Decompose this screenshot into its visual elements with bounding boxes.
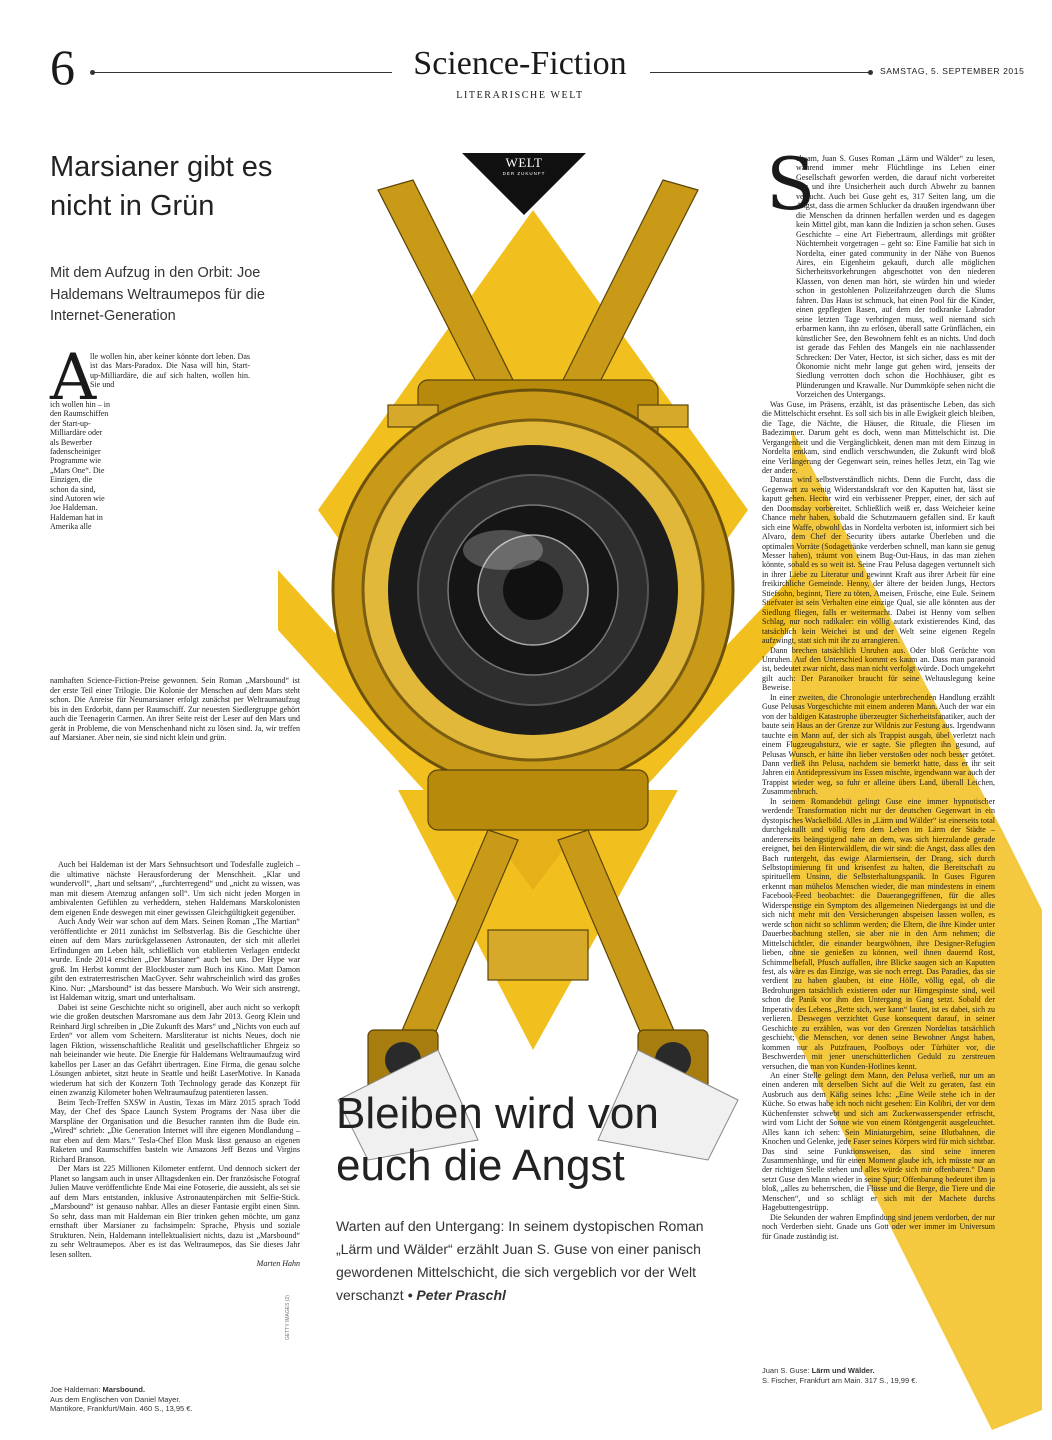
main-book-info: Juan S. Guse: Lärm und Wälder. S. Fische… <box>762 1366 995 1385</box>
page-number: 6 <box>50 39 75 95</box>
left-paragraph: Dabei ist seine Geschichte nicht so orig… <box>50 1002 300 1098</box>
supplement-title: LITERARISCHE WELT <box>456 90 584 101</box>
issue-date: SAMSTAG, 5. SEPTEMBER 2015 <box>880 66 1025 76</box>
header-dot-right <box>868 70 873 75</box>
teaser-author: • Peter Praschl <box>407 1287 506 1303</box>
left-author: Marten Hahn <box>256 1259 300 1268</box>
main-paragraph: Dann brechen tatsächlich Unruhen aus. Od… <box>762 645 995 693</box>
left-body: Auch bei Haldeman ist der Mars Sehnsucht… <box>50 860 300 1269</box>
section-title: Science-Fiction <box>413 45 627 82</box>
left-book-translator: Aus dem Englischen von Daniel Mayer. <box>50 1394 181 1404</box>
main-teaser: Warten auf den Untergang: In seinem dyst… <box>336 1215 716 1307</box>
main-paragraph: In seinem Romandebüt gelingt Guse eine i… <box>762 796 995 1071</box>
teaser-text: Warten auf den Untergang: In seinem dyst… <box>336 1218 704 1303</box>
left-subheadline: Mit dem Aufzug in den Orbit: Joe Haldema… <box>50 265 265 324</box>
main-book-author: Juan S. Guse: <box>762 1366 810 1375</box>
main-paragraph: In einer zweiten, die Chronologie unterb… <box>762 692 995 797</box>
left-paragraph: Auch bei Haldeman ist der Mars Sehnsucht… <box>50 860 300 917</box>
left-paragraph: Der Mars ist 225 Millionen Kilometer ent… <box>50 1164 300 1259</box>
left-body-middle: namhaften Science-Fiction-Preise gewonne… <box>50 676 300 742</box>
illustration <box>278 179 798 1161</box>
main-book-publisher: S. Fischer, Frankfurt am Main. 317 S., 1… <box>762 1375 918 1385</box>
main-paragraph: Die Sekunden der wahren Empfindung sind … <box>762 1212 995 1241</box>
left-book-author: Joe Haldeman: <box>50 1385 101 1394</box>
main-paragraph: An einer Stelle gelingt dem Mann, den Pe… <box>762 1070 995 1213</box>
left-paragraph: Auch Andy Weir war schon auf dem Mars. S… <box>50 917 300 1002</box>
header-dot-left <box>90 70 95 75</box>
left-body-intro: lle wollen hin, aber keiner könnte dort … <box>90 352 250 390</box>
main-paragraph: eltsam, Juan S. Guses Roman „Lärm und Wä… <box>796 154 995 400</box>
left-body-intro-continued: ich wollen hin – in den Raumschiffen der… <box>50 400 110 532</box>
left-paragraph: Beim Tech-Treffen SXSW in Austin, Texas … <box>50 1097 300 1164</box>
main-headline: Bleiben wird von euch die Angst <box>336 1089 659 1190</box>
main-paragraph: Daraus wird selbstverständlich nichts. D… <box>762 475 995 646</box>
main-paragraph: Was Guse, im Präsens, erzählt, ist das p… <box>762 399 995 475</box>
main-book-title: Lärm und Wälder. <box>811 1366 875 1375</box>
left-headline: Marsianer gibt es nicht in Grün <box>50 151 273 222</box>
logo-subtext: DER ZUKUNFT <box>502 171 546 176</box>
left-book-publisher: Mantikore, Frankfurt/Main. 460 S., 13,95… <box>50 1404 193 1413</box>
main-body: eltsam, Juan S. Guses Roman „Lärm und Wä… <box>762 154 995 1241</box>
left-book-info: Joe Haldeman: Marsbound. Aus dem Englisc… <box>50 1385 300 1414</box>
left-book-title: Marsbound. <box>102 1385 146 1394</box>
header-rule-right <box>650 72 870 73</box>
logo-text: WELT <box>505 155 543 170</box>
photo-credit: GETTY IMAGES (2) <box>285 1295 291 1340</box>
header-rule-left <box>92 72 392 73</box>
